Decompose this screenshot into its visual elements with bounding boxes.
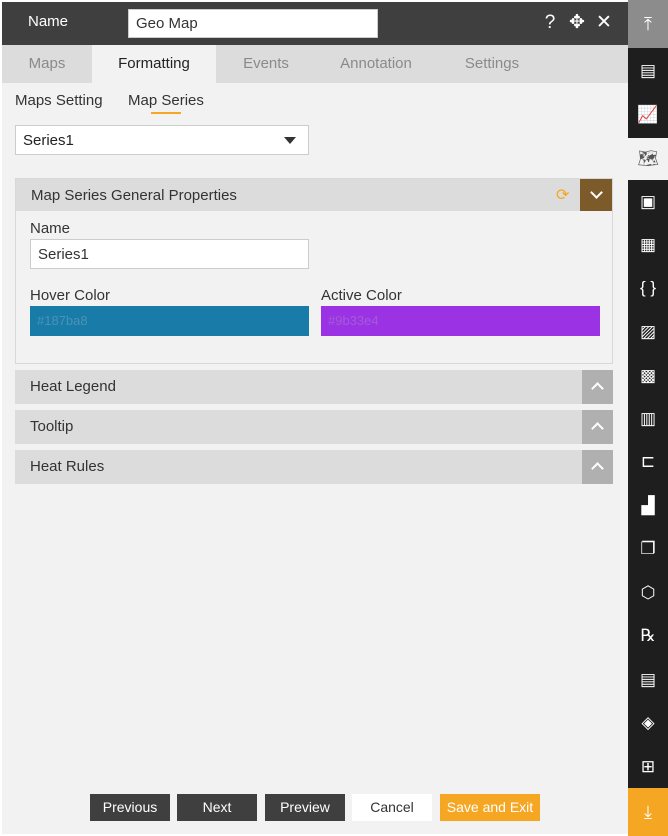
- calendar-icon[interactable]: ▩: [628, 355, 668, 397]
- general-properties-panel: Map Series General Properties ⟳ Name Hov…: [15, 178, 613, 364]
- active-color-label: Active Color: [321, 287, 402, 304]
- hover-color-label: Hover Color: [30, 287, 111, 304]
- section-title: Heat Legend: [30, 378, 116, 395]
- active-subtab-underline: [151, 112, 181, 114]
- move-icon[interactable]: ✥: [567, 12, 587, 34]
- tooltip-section[interactable]: Tooltip: [15, 410, 613, 444]
- spreadsheet-icon[interactable]: ▥: [628, 398, 668, 440]
- tab-settings[interactable]: Settings: [436, 45, 548, 83]
- subtab-maps-setting[interactable]: Maps Setting: [15, 92, 103, 109]
- active-color-picker[interactable]: #9b33e4: [321, 306, 600, 336]
- help-icon[interactable]: ?: [540, 12, 560, 34]
- close-icon[interactable]: ✕: [594, 12, 614, 34]
- cubes-icon[interactable]: ⬡: [628, 572, 668, 614]
- preview-button[interactable]: Preview: [265, 794, 345, 821]
- chart-icon[interactable]: 📈: [628, 94, 668, 136]
- subtab-map-series[interactable]: Map Series: [128, 92, 204, 109]
- pages-icon[interactable]: ❐: [628, 528, 668, 570]
- heat-legend-section[interactable]: Heat Legend: [15, 370, 613, 404]
- refresh-icon[interactable]: ⟳: [556, 185, 569, 205]
- tab-formatting[interactable]: Formatting: [92, 45, 216, 83]
- save-and-exit-button[interactable]: Save and Exit: [440, 794, 540, 821]
- image-icon[interactable]: ▨: [628, 311, 668, 353]
- tab-events[interactable]: Events: [216, 45, 316, 83]
- expand-toggle[interactable]: [582, 410, 613, 444]
- report-icon[interactable]: ▣: [628, 181, 668, 223]
- widgets-icon[interactable]: ⊞: [628, 746, 668, 788]
- code-icon[interactable]: { }: [628, 267, 668, 309]
- map-icon[interactable]: 🗺: [628, 138, 668, 180]
- panel-header[interactable]: Map Series General Properties ⟳: [16, 179, 612, 211]
- expand-toggle[interactable]: [582, 450, 613, 484]
- rx-icon[interactable]: ℞: [628, 615, 668, 657]
- chevron-up-icon: [591, 462, 604, 475]
- collapse-toggle[interactable]: [580, 179, 612, 211]
- table-icon[interactable]: ▤: [628, 50, 668, 92]
- next-button[interactable]: Next: [177, 794, 257, 821]
- section-title: Heat Rules: [30, 458, 105, 475]
- name-input[interactable]: [128, 9, 378, 38]
- dialog-header: Name ? ✥ ✕: [2, 2, 628, 45]
- note-icon[interactable]: ▤: [628, 659, 668, 701]
- chevron-up-icon: [591, 422, 604, 435]
- bar-chart-icon[interactable]: ▟: [628, 485, 668, 527]
- series-name-label: Name: [30, 220, 71, 237]
- series-name-input[interactable]: [30, 239, 309, 269]
- document-icon[interactable]: ▦: [628, 224, 668, 266]
- tab-bar: Maps Formatting Events Annotation Settin…: [2, 45, 628, 83]
- chevron-down-icon: [284, 137, 296, 144]
- layers-icon[interactable]: ◈: [628, 702, 668, 744]
- tab-annotation[interactable]: Annotation: [316, 45, 436, 83]
- chevron-up-icon: [591, 382, 604, 395]
- expand-toggle[interactable]: [582, 370, 613, 404]
- section-title: Tooltip: [30, 418, 74, 435]
- hover-color-picker[interactable]: #187ba8: [30, 306, 309, 336]
- cancel-button[interactable]: Cancel: [352, 794, 432, 821]
- tab-maps[interactable]: Maps: [2, 45, 92, 83]
- heat-rules-section[interactable]: Heat Rules: [15, 450, 613, 484]
- panel-title: Map Series General Properties: [31, 187, 237, 204]
- properties-dialog: Name ? ✥ ✕ Maps Formatting Events Annota…: [2, 2, 628, 834]
- header-icons: ? ✥ ✕: [540, 12, 614, 34]
- chevron-down-icon: [589, 186, 603, 199]
- series-select-value: Series1: [23, 132, 74, 149]
- right-toolbar: ⤒ ▤ 📈 🗺 ▣ ▦ { } ▨ ▩ ▥ ⊏ ▟ ❐ ⬡ ℞ ▤ ◈ ⊞ ⤓: [628, 0, 668, 836]
- name-label: Name: [28, 13, 69, 30]
- series-select[interactable]: Series1: [15, 125, 309, 155]
- scroll-top-icon[interactable]: ⤒: [628, 0, 668, 48]
- previous-button[interactable]: Previous: [90, 794, 170, 821]
- tree-icon[interactable]: ⊏: [628, 441, 668, 483]
- scroll-bottom-icon[interactable]: ⤓: [628, 788, 668, 836]
